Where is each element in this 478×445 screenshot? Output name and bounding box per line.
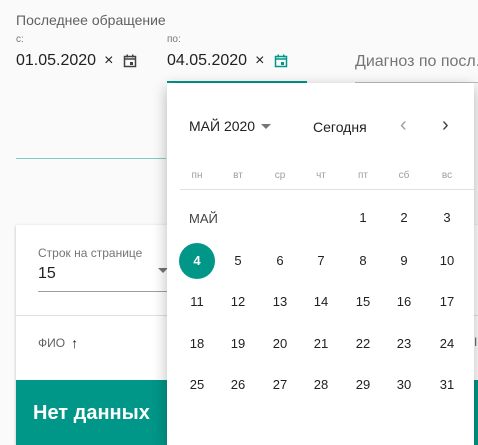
month-year-label: МАЙ 2020 — [189, 118, 256, 134]
month-abbr-label: МАЙ — [189, 211, 218, 226]
calendar-day[interactable]: 20 — [260, 334, 300, 354]
no-data-text: Нет данных — [33, 402, 150, 424]
column-edge-mark: I — [474, 335, 478, 349]
calendar-day[interactable]: 11 — [177, 292, 217, 312]
calendar-day[interactable]: 5 — [218, 251, 258, 271]
calendar-icon[interactable] — [123, 54, 137, 68]
date-from-field[interactable]: 01.05.2020 × — [16, 52, 137, 70]
calendar-day[interactable]: 19 — [218, 334, 258, 354]
date-from-value[interactable]: 01.05.2020 — [16, 52, 96, 70]
calendar-day[interactable]: 9 — [384, 251, 424, 271]
weekday-label: вс — [441, 170, 453, 181]
rows-per-page-label: Строк на странице — [38, 246, 143, 260]
weekday-label: пн — [191, 170, 203, 181]
calendar-day[interactable]: 27 — [260, 375, 300, 395]
calendar-day[interactable]: 23 — [384, 334, 424, 354]
date-to-field[interactable]: 04.05.2020 × — [167, 52, 288, 70]
calendar-day[interactable]: 8 — [343, 251, 383, 271]
calendar-day[interactable]: 30 — [384, 375, 424, 395]
rows-per-page-underline — [38, 291, 168, 292]
calendar-day[interactable]: 15 — [343, 292, 383, 312]
calendar-day[interactable]: 21 — [301, 334, 341, 354]
calendar-day[interactable]: 1 — [343, 208, 383, 228]
clear-icon[interactable]: × — [255, 52, 264, 70]
sort-arrow-icon[interactable]: ↑ — [71, 335, 78, 351]
calendar-day[interactable]: 18 — [177, 334, 217, 354]
month-year-selector[interactable]: МАЙ 2020 — [189, 118, 272, 134]
section-title: Последнее обращение — [16, 12, 166, 28]
chevron-down-icon — [261, 123, 272, 129]
calendar-day[interactable]: 7 — [301, 251, 341, 271]
column-header-fio[interactable]: ФИО ↑ — [38, 335, 78, 351]
weekday-divider — [180, 189, 474, 190]
weekday-label: чт — [316, 170, 326, 181]
weekday-label: сб — [398, 170, 410, 181]
date-from-label: с: — [16, 34, 24, 45]
today-button[interactable]: Сегодня — [313, 119, 367, 135]
calendar-day[interactable]: 3 — [427, 208, 467, 228]
column-header-label: ФИО — [38, 336, 66, 350]
clear-icon[interactable]: × — [104, 52, 113, 70]
calendar-day[interactable]: 16 — [384, 292, 424, 312]
prev-month-icon[interactable]: ‹ — [400, 114, 407, 137]
calendar-day[interactable]: 25 — [177, 375, 217, 395]
rows-per-page-select[interactable]: 15 — [38, 265, 56, 283]
calendar-day-selected[interactable]: 4 — [179, 243, 215, 279]
weekday-label: ср — [274, 170, 286, 181]
calendar-day[interactable]: 31 — [427, 375, 467, 395]
calendar-day[interactable]: 13 — [260, 292, 300, 312]
calendar-icon[interactable] — [274, 54, 288, 68]
weekday-label: пт — [358, 170, 368, 181]
calendar-day[interactable]: 28 — [301, 375, 341, 395]
divider — [16, 158, 166, 159]
calendar-day[interactable]: 2 — [384, 208, 424, 228]
calendar-day[interactable]: 12 — [218, 292, 258, 312]
calendar-day[interactable]: 6 — [260, 251, 300, 271]
calendar-day[interactable]: 22 — [343, 334, 383, 354]
date-to-value[interactable]: 04.05.2020 — [167, 52, 247, 70]
date-to-label: по: — [167, 34, 181, 45]
calendar-day[interactable]: 29 — [343, 375, 383, 395]
calendar-day[interactable]: 10 — [427, 251, 467, 271]
calendar-day[interactable]: 26 — [218, 375, 258, 395]
calendar-day[interactable]: 24 — [427, 334, 467, 354]
calendar-day[interactable]: 14 — [301, 292, 341, 312]
next-month-icon[interactable]: › — [442, 114, 449, 137]
calendar-day[interactable]: 17 — [427, 292, 467, 312]
diagnosis-field[interactable]: Диагноз по посл. — [355, 53, 478, 71]
weekday-label: вт — [233, 170, 243, 181]
